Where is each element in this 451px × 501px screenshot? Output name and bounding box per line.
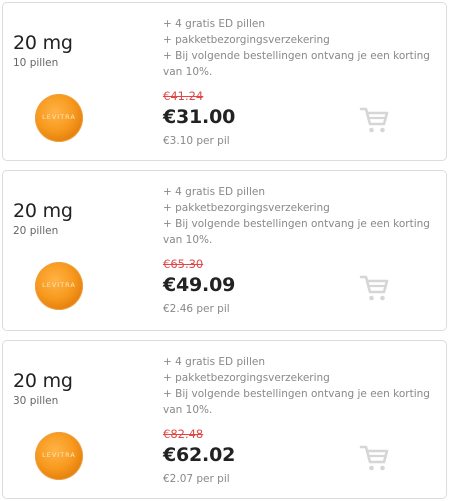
pill-brand-text: LEVITRA — [42, 281, 76, 289]
perk-item: + Bij volgende bestellingen ontvang je e… — [163, 218, 430, 246]
perk-item: + pakketbezorgingsverzekering — [163, 34, 330, 46]
pill-shadow — [27, 470, 91, 484]
dose-label: 20 mg — [13, 32, 73, 54]
dose-label: 20 mg — [13, 370, 73, 392]
product-card: 20 mg 20 pillen LEVITRA + 4 gratis ED pi… — [2, 170, 447, 331]
add-to-cart-button[interactable] — [359, 443, 389, 473]
price: €31.00 — [163, 106, 236, 128]
cart-icon — [359, 445, 389, 471]
product-card: 20 mg 30 pillen LEVITRA + 4 gratis ED pi… — [2, 340, 447, 499]
pill-count: 20 pillen — [13, 225, 59, 237]
pill-brand-text: LEVITRA — [42, 451, 76, 459]
pill-count: 30 pillen — [13, 395, 59, 407]
price: €49.09 — [163, 274, 236, 296]
price-per-pill: €2.07 per pil — [163, 473, 230, 485]
pill-brand-text: LEVITRA — [42, 113, 76, 121]
perk-item: + 4 gratis ED pillen — [163, 356, 266, 368]
add-to-cart-button[interactable] — [359, 105, 389, 135]
perk-item: + Bij volgende bestellingen ontvang je e… — [163, 388, 430, 416]
perk-item: + pakketbezorgingsverzekering — [163, 372, 330, 384]
dose-label: 20 mg — [13, 200, 73, 222]
perk-item: + 4 gratis ED pillen — [163, 186, 266, 198]
old-price: €82.48 — [163, 427, 204, 441]
perk-item: + 4 gratis ED pillen — [163, 18, 266, 30]
pill-image: LEVITRA — [27, 94, 91, 146]
cart-icon — [359, 275, 389, 301]
perks-list: + 4 gratis ED pillen + pakketbezorgingsv… — [163, 16, 443, 80]
product-list: 20 mg 10 pillen LEVITRA + 4 gratis ED pi… — [0, 0, 451, 501]
perks-list: + 4 gratis ED pillen + pakketbezorgingsv… — [163, 184, 443, 248]
pill-shadow — [27, 132, 91, 146]
pill-image: LEVITRA — [27, 432, 91, 484]
old-price: €65.30 — [163, 257, 204, 271]
pill-image: LEVITRA — [27, 262, 91, 314]
pill-shadow — [27, 300, 91, 314]
add-to-cart-button[interactable] — [359, 273, 389, 303]
pill-count: 10 pillen — [13, 57, 59, 69]
cart-icon — [359, 107, 389, 133]
old-price: €41.24 — [163, 89, 204, 103]
price: €62.02 — [163, 444, 236, 466]
price-per-pill: €3.10 per pil — [163, 135, 230, 147]
perks-list: + 4 gratis ED pillen + pakketbezorgingsv… — [163, 354, 443, 418]
perk-item: + pakketbezorgingsverzekering — [163, 202, 330, 214]
perk-item: + Bij volgende bestellingen ontvang je e… — [163, 50, 430, 78]
price-per-pill: €2.46 per pil — [163, 303, 230, 315]
product-card: 20 mg 10 pillen LEVITRA + 4 gratis ED pi… — [2, 2, 447, 161]
